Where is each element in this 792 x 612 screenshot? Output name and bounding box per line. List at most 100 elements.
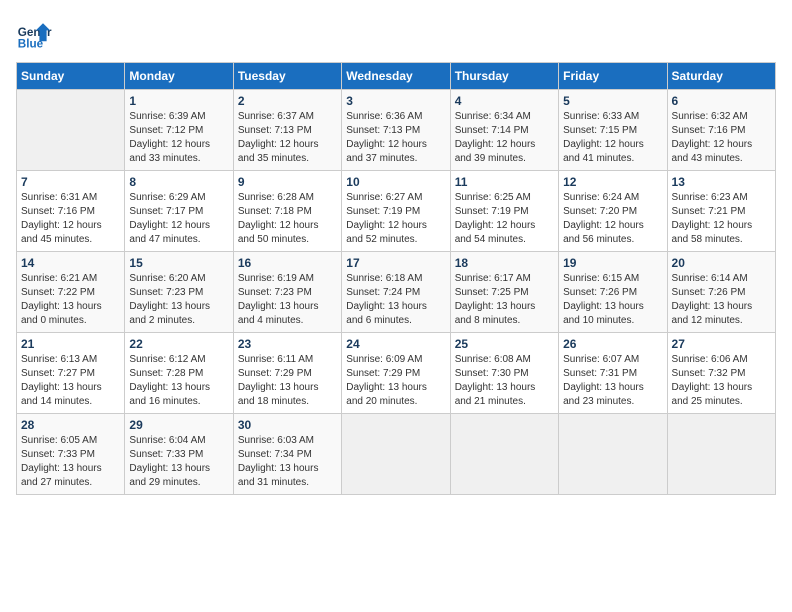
day-info: Sunrise: 6:21 AMSunset: 7:22 PMDaylight:…	[21, 272, 120, 328]
day-info: Sunrise: 6:03 AMSunset: 7:34 PMDaylight:…	[238, 434, 337, 490]
day-info: Sunrise: 6:37 AMSunset: 7:13 PMDaylight:…	[238, 110, 337, 166]
column-header-wednesday: Wednesday	[342, 63, 450, 90]
day-info: Sunrise: 6:19 AMSunset: 7:23 PMDaylight:…	[238, 272, 337, 328]
calendar-cell: 27 Sunrise: 6:06 AMSunset: 7:32 PMDayligh…	[667, 333, 775, 414]
day-info: Sunrise: 6:32 AMSunset: 7:16 PMDaylight:…	[672, 110, 771, 166]
day-info: Sunrise: 6:25 AMSunset: 7:19 PMDaylight:…	[455, 191, 554, 247]
day-number: 12	[563, 175, 662, 189]
day-info: Sunrise: 6:07 AMSunset: 7:31 PMDaylight:…	[563, 353, 662, 409]
day-info: Sunrise: 6:04 AMSunset: 7:33 PMDaylight:…	[129, 434, 228, 490]
calendar-cell: 4 Sunrise: 6:34 AMSunset: 7:14 PMDaylight…	[450, 90, 558, 171]
calendar-cell: 1 Sunrise: 6:39 AMSunset: 7:12 PMDaylight…	[125, 90, 233, 171]
day-number: 21	[21, 337, 120, 351]
calendar-cell: 24 Sunrise: 6:09 AMSunset: 7:29 PMDayligh…	[342, 333, 450, 414]
day-info: Sunrise: 6:11 AMSunset: 7:29 PMDaylight:…	[238, 353, 337, 409]
calendar-cell: 5 Sunrise: 6:33 AMSunset: 7:15 PMDaylight…	[559, 90, 667, 171]
day-info: Sunrise: 6:13 AMSunset: 7:27 PMDaylight:…	[21, 353, 120, 409]
day-number: 1	[129, 94, 228, 108]
day-info: Sunrise: 6:18 AMSunset: 7:24 PMDaylight:…	[346, 272, 445, 328]
calendar-cell	[559, 414, 667, 495]
day-number: 16	[238, 256, 337, 270]
day-number: 10	[346, 175, 445, 189]
day-info: Sunrise: 6:31 AMSunset: 7:16 PMDaylight:…	[21, 191, 120, 247]
calendar-cell: 13 Sunrise: 6:23 AMSunset: 7:21 PMDayligh…	[667, 171, 775, 252]
calendar-cell: 30 Sunrise: 6:03 AMSunset: 7:34 PMDayligh…	[233, 414, 341, 495]
calendar-cell: 16 Sunrise: 6:19 AMSunset: 7:23 PMDayligh…	[233, 252, 341, 333]
day-number: 24	[346, 337, 445, 351]
day-number: 19	[563, 256, 662, 270]
day-number: 5	[563, 94, 662, 108]
calendar-cell	[667, 414, 775, 495]
day-info: Sunrise: 6:29 AMSunset: 7:17 PMDaylight:…	[129, 191, 228, 247]
calendar-cell	[17, 90, 125, 171]
calendar-cell: 2 Sunrise: 6:37 AMSunset: 7:13 PMDaylight…	[233, 90, 341, 171]
calendar-cell: 3 Sunrise: 6:36 AMSunset: 7:13 PMDaylight…	[342, 90, 450, 171]
day-number: 3	[346, 94, 445, 108]
day-number: 2	[238, 94, 337, 108]
day-info: Sunrise: 6:39 AMSunset: 7:12 PMDaylight:…	[129, 110, 228, 166]
day-info: Sunrise: 6:36 AMSunset: 7:13 PMDaylight:…	[346, 110, 445, 166]
calendar-cell: 14 Sunrise: 6:21 AMSunset: 7:22 PMDayligh…	[17, 252, 125, 333]
calendar-cell: 26 Sunrise: 6:07 AMSunset: 7:31 PMDayligh…	[559, 333, 667, 414]
column-header-saturday: Saturday	[667, 63, 775, 90]
day-number: 25	[455, 337, 554, 351]
day-number: 17	[346, 256, 445, 270]
calendar-cell: 22 Sunrise: 6:12 AMSunset: 7:28 PMDayligh…	[125, 333, 233, 414]
calendar-cell: 15 Sunrise: 6:20 AMSunset: 7:23 PMDayligh…	[125, 252, 233, 333]
day-number: 26	[563, 337, 662, 351]
day-number: 14	[21, 256, 120, 270]
day-info: Sunrise: 6:14 AMSunset: 7:26 PMDaylight:…	[672, 272, 771, 328]
column-header-tuesday: Tuesday	[233, 63, 341, 90]
calendar-cell: 28 Sunrise: 6:05 AMSunset: 7:33 PMDayligh…	[17, 414, 125, 495]
day-info: Sunrise: 6:34 AMSunset: 7:14 PMDaylight:…	[455, 110, 554, 166]
day-info: Sunrise: 6:05 AMSunset: 7:33 PMDaylight:…	[21, 434, 120, 490]
day-info: Sunrise: 6:08 AMSunset: 7:30 PMDaylight:…	[455, 353, 554, 409]
column-header-friday: Friday	[559, 63, 667, 90]
day-number: 23	[238, 337, 337, 351]
calendar-cell: 21 Sunrise: 6:13 AMSunset: 7:27 PMDayligh…	[17, 333, 125, 414]
calendar-cell: 25 Sunrise: 6:08 AMSunset: 7:30 PMDayligh…	[450, 333, 558, 414]
day-number: 27	[672, 337, 771, 351]
calendar-cell: 11 Sunrise: 6:25 AMSunset: 7:19 PMDayligh…	[450, 171, 558, 252]
day-info: Sunrise: 6:09 AMSunset: 7:29 PMDaylight:…	[346, 353, 445, 409]
day-number: 7	[21, 175, 120, 189]
day-info: Sunrise: 6:23 AMSunset: 7:21 PMDaylight:…	[672, 191, 771, 247]
day-number: 18	[455, 256, 554, 270]
calendar-cell: 9Sunrise: 6:28 AMSunset: 7:18 PMDaylight…	[233, 171, 341, 252]
calendar-cell: 20 Sunrise: 6:14 AMSunset: 7:26 PMDayligh…	[667, 252, 775, 333]
day-info: Sunrise: 6:12 AMSunset: 7:28 PMDaylight:…	[129, 353, 228, 409]
calendar-cell	[450, 414, 558, 495]
day-number: 30	[238, 418, 337, 432]
day-number: 13	[672, 175, 771, 189]
day-number: 11	[455, 175, 554, 189]
day-info: Sunrise: 6:17 AMSunset: 7:25 PMDaylight:…	[455, 272, 554, 328]
calendar-cell: 6 Sunrise: 6:32 AMSunset: 7:16 PMDaylight…	[667, 90, 775, 171]
calendar-cell: 10 Sunrise: 6:27 AMSunset: 7:19 PMDayligh…	[342, 171, 450, 252]
day-number: 6	[672, 94, 771, 108]
calendar-cell: 8 Sunrise: 6:29 AMSunset: 7:17 PMDaylight…	[125, 171, 233, 252]
day-info: Sunrise: 6:20 AMSunset: 7:23 PMDaylight:…	[129, 272, 228, 328]
day-number: 4	[455, 94, 554, 108]
calendar-cell: 12 Sunrise: 6:24 AMSunset: 7:20 PMDayligh…	[559, 171, 667, 252]
calendar-cell: 19 Sunrise: 6:15 AMSunset: 7:26 PMDayligh…	[559, 252, 667, 333]
calendar-cell: 29Sunrise: 6:04 AMSunset: 7:33 PMDayligh…	[125, 414, 233, 495]
calendar-cell: 18 Sunrise: 6:17 AMSunset: 7:25 PMDayligh…	[450, 252, 558, 333]
calendar-cell: 17 Sunrise: 6:18 AMSunset: 7:24 PMDayligh…	[342, 252, 450, 333]
day-number: 8	[129, 175, 228, 189]
day-info: Sunrise: 6:33 AMSunset: 7:15 PMDaylight:…	[563, 110, 662, 166]
day-number: 20	[672, 256, 771, 270]
day-info: Sunrise: 6:06 AMSunset: 7:32 PMDaylight:…	[672, 353, 771, 409]
day-info: Sunrise: 6:24 AMSunset: 7:20 PMDaylight:…	[563, 191, 662, 247]
day-number: 22	[129, 337, 228, 351]
column-header-monday: Monday	[125, 63, 233, 90]
day-number: 15	[129, 256, 228, 270]
logo-icon: General Blue	[16, 16, 52, 52]
day-info: Sunrise: 6:15 AMSunset: 7:26 PMDaylight:…	[563, 272, 662, 328]
day-number: 28	[21, 418, 120, 432]
calendar-cell: 7 Sunrise: 6:31 AMSunset: 7:16 PMDaylight…	[17, 171, 125, 252]
day-info: Sunrise: 6:27 AMSunset: 7:19 PMDaylight:…	[346, 191, 445, 247]
day-number: 9	[238, 175, 337, 189]
column-header-sunday: Sunday	[17, 63, 125, 90]
calendar-cell: 23 Sunrise: 6:11 AMSunset: 7:29 PMDayligh…	[233, 333, 341, 414]
calendar-table: SundayMondayTuesdayWednesdayThursdayFrid…	[16, 62, 776, 495]
